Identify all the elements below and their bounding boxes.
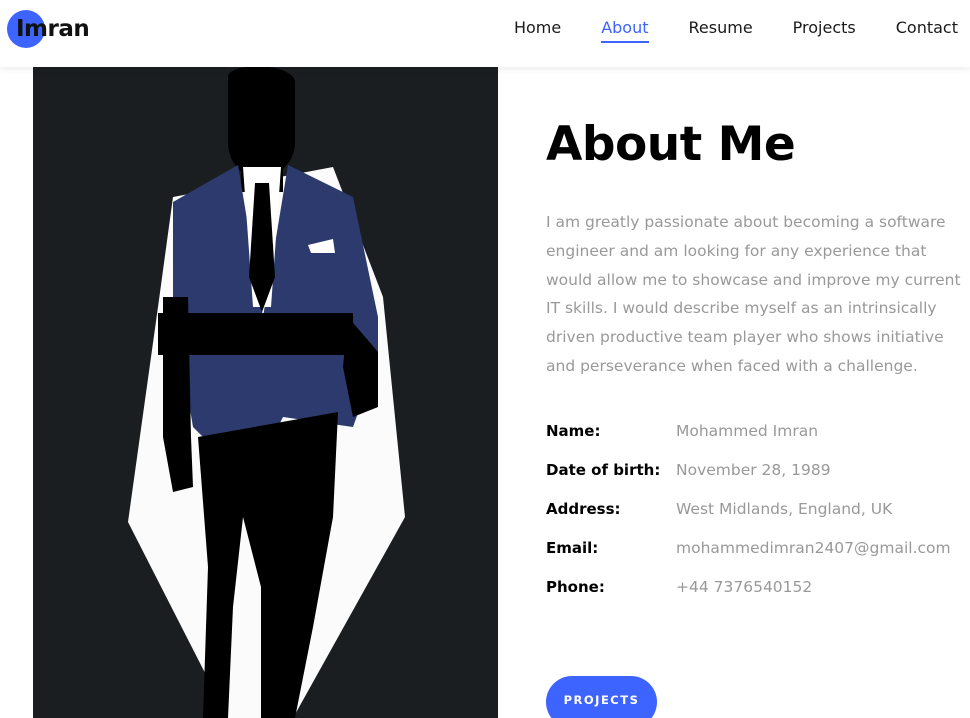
detail-row-name: Name: Mohammed Imran [546, 422, 966, 461]
nav-contact[interactable]: Contact [896, 18, 958, 43]
detail-label: Phone: [546, 577, 605, 596]
nav-projects[interactable]: Projects [793, 18, 856, 43]
nav-resume[interactable]: Resume [689, 18, 753, 43]
site-header: Imran Home About Resume Projects Contact [0, 0, 970, 67]
detail-value: November 28, 1989 [676, 460, 831, 479]
detail-row-email: Email: mohammedimran2407@gmail.com [546, 539, 966, 578]
detail-value: Mohammed Imran [676, 421, 819, 440]
detail-value: West Midlands, England, UK [676, 499, 893, 518]
main-nav: Home About Resume Projects Contact [474, 18, 958, 43]
detail-label: Name: [546, 421, 601, 440]
detail-row-dob: Date of birth: November 28, 1989 [546, 461, 966, 500]
detail-label: Address: [546, 499, 621, 518]
portrait-illustration [128, 67, 405, 718]
nav-home[interactable]: Home [514, 18, 561, 43]
personal-details: Name: Mohammed Imran Date of birth: Nove… [546, 422, 966, 617]
bio-paragraph: I am greatly passionate about becoming a… [546, 213, 961, 375]
page-title: About Me [546, 117, 796, 172]
projects-button[interactable]: PROJECTS [546, 676, 657, 718]
detail-label: Date of birth: [546, 460, 661, 479]
profile-portrait [33, 67, 498, 718]
detail-row-phone: Phone: +44 7376540152 [546, 578, 966, 617]
logo[interactable]: Imran [7, 10, 117, 50]
detail-row-address: Address: West Midlands, England, UK [546, 500, 966, 539]
email-link[interactable]: mohammedimran2407@gmail.com [676, 539, 951, 557]
phone-link[interactable]: +44 7376540152 [676, 578, 812, 596]
detail-label: Email: [546, 538, 599, 557]
logo-text: Imran [16, 16, 90, 42]
nav-about[interactable]: About [601, 18, 649, 43]
about-section: About Me I am greatly passionate about b… [546, 110, 966, 617]
